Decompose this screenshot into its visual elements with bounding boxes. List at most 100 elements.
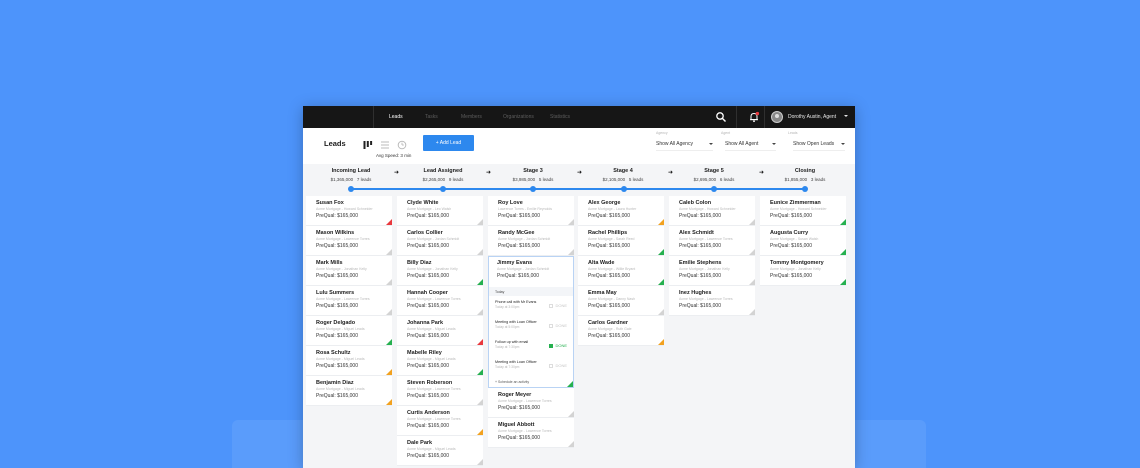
stage-name: Lead Assigned [423, 168, 463, 174]
priority-flag [568, 441, 574, 447]
priority-flag [477, 429, 483, 435]
agency-filter-label: Agency [656, 131, 668, 135]
lead-card[interactable]: Curtis Anderson Acme Mortgage - Lawrence … [397, 406, 483, 436]
activity-item: Meeting with Loan Officer Today at 7:30p… [495, 360, 567, 369]
priority-flag [658, 219, 664, 225]
lead-card[interactable]: Randy McGee Acme Mortgage - Jordan Schmid… [488, 226, 574, 256]
activity-section-header: Today [489, 287, 573, 296]
done-checkbox[interactable]: DONE [549, 343, 567, 348]
done-checkbox[interactable]: DONE [549, 303, 567, 308]
lead-card[interactable]: Carlos Gardner Acme Mortgage - Ruth Gale P… [578, 316, 664, 346]
agency-filter-value: Show All Agency [656, 141, 693, 147]
priority-flag [568, 219, 574, 225]
lead-card[interactable]: Mark Mills Acme Mortgage - Jonathan Kelly… [306, 256, 392, 286]
lead-card[interactable]: Mason Wilkins Acme Mortgage - Lawrence To… [306, 226, 392, 256]
lead-card[interactable]: Steven Roberson Acme Mortgage - Lawrence … [397, 376, 483, 406]
lead-card[interactable]: Caleb Colon Acme Mortgage - Howard Schnei… [669, 196, 755, 226]
lead-card[interactable]: Inez Hughes Acme Mortgage - Lawrence Torr… [669, 286, 755, 316]
chevron-down-icon [709, 143, 713, 145]
agency-filter-select[interactable]: Show All Agency [656, 137, 713, 151]
lead-card[interactable]: Mabelle Riley Acme Mortgage - Miguel Lead… [397, 346, 483, 376]
nav-tab-members[interactable]: Members [461, 106, 482, 128]
lead-card[interactable]: Clyde White Acme Mortgage - Leo Walsh PreQ… [397, 196, 483, 226]
lead-card[interactable]: Billy Diaz Acme Mortgage - Jonathan Kelly… [397, 256, 483, 286]
lead-card[interactable]: Alex Schmidt Acme Mortgage - Lawrence Tor… [669, 226, 755, 256]
done-checkbox[interactable]: DONE [549, 363, 567, 368]
nav-tab-statistics[interactable]: Statistics [550, 106, 570, 128]
priority-flag [658, 279, 664, 285]
column-stage-4: Alex George Acme Mortgage - Laura Hunter P… [578, 196, 664, 468]
column-closing: Eunice Zimmerman Acme Mortgage - Howard S… [760, 196, 846, 468]
kanban-view-icon[interactable] [363, 140, 373, 150]
priority-flag [477, 219, 483, 225]
lead-company: Acme Mortgage - Jordan Schmidt [497, 267, 550, 271]
stage-name: Incoming Lead [331, 168, 371, 174]
stage-dot [530, 186, 536, 192]
schedule-activity-link[interactable]: + Schedule an activity [489, 376, 573, 384]
pipeline-line [351, 188, 805, 190]
priority-flag [386, 399, 392, 405]
nav-tab-leads[interactable]: Leads [389, 106, 403, 128]
stage-header[interactable]: Lead Assigned $2,265,000 9 leads [398, 168, 488, 182]
lead-card[interactable]: Emilie Stephens Acme Mortgage - Jonathan … [669, 256, 755, 286]
page-title: Leads [324, 139, 346, 148]
clock-icon[interactable] [397, 140, 407, 150]
priority-flag [749, 249, 755, 255]
stage-header[interactable]: Stage 4 $2,105,000 5 leads [578, 168, 668, 182]
lead-card[interactable]: Eunice Zimmerman Acme Mortgage - Howard S… [760, 196, 846, 226]
stage-name: Stage 5 [704, 168, 724, 174]
stage-dot [440, 186, 446, 192]
lead-card[interactable]: Alex George Acme Mortgage - Laura Hunter P… [578, 196, 664, 226]
nav-tab-organizations[interactable]: Organizations [503, 106, 534, 128]
pipeline-stages: Incoming Lead $1,365,000 7 leads ➜ Lead … [303, 164, 855, 196]
search-icon[interactable] [715, 111, 727, 123]
stage-summary: $2,105,000 5 leads [602, 177, 644, 182]
lead-card[interactable]: Benjamin Diaz Acme Mortgage - Miguel Lead… [306, 376, 392, 406]
lead-card[interactable]: Roger Delgado Acme Mortgage - Miguel Lead… [306, 316, 392, 346]
avatar[interactable] [771, 111, 783, 123]
chevron-down-icon[interactable] [844, 115, 848, 117]
nav-tab-tasks[interactable]: Tasks [425, 106, 438, 128]
top-navbar: Leads Tasks Members Organizations Statis… [303, 106, 855, 128]
done-checkbox[interactable]: DONE [549, 323, 567, 328]
lead-card[interactable]: Emma May Acme Mortgage - Danny Nash PreQua… [578, 286, 664, 316]
lead-card[interactable]: Tommy Montgomery Acme Mortgage - Jonathan… [760, 256, 846, 286]
lead-card[interactable]: Miguel Abbott Acme Mortgage - Lawrence To… [488, 418, 574, 448]
lead-card[interactable]: Roger Meyer Acme Mortgage - Lawrence Torr… [488, 388, 574, 418]
lead-card[interactable]: Susan Fox Acme Mortgage - Howard Schneide… [306, 196, 392, 226]
lead-card[interactable]: Hannah Cooper Acme Mortgage - Lawrence To… [397, 286, 483, 316]
expanded-lead-card[interactable]: Jimmy Evans Acme Mortgage - Jordan Schmi… [488, 256, 574, 388]
column-stage-5: Caleb Colon Acme Mortgage - Howard Schnei… [669, 196, 755, 468]
list-view-icon[interactable] [380, 140, 390, 150]
activity-item: Meeting with Loan Officer Today at 5:00p… [495, 320, 567, 329]
priority-flag [567, 381, 573, 387]
activity-item: Phone call with Mr Evans Today at 3:00pm… [495, 300, 567, 309]
stage-header[interactable]: Incoming Lead $1,365,000 7 leads [306, 168, 396, 182]
lead-card[interactable]: Dale Park Acme Mortgage - Miguel Leads Pre… [397, 436, 483, 466]
priority-flag [749, 219, 755, 225]
stage-dot [711, 186, 717, 192]
stage-header[interactable]: Stage 5 $2,695,000 6 leads [669, 168, 759, 182]
lead-card[interactable]: Roy Love Lawrence Torres - Emilie Reynold… [488, 196, 574, 226]
lead-card[interactable]: Rachel Phillips Acme Mortgage - Sarah Ree… [578, 226, 664, 256]
leads-filter-select[interactable]: Show Open Leads [793, 137, 845, 151]
lead-card[interactable]: Johanna Park Acme Mortgage - Miguel Leads… [397, 316, 483, 346]
lead-card[interactable]: Augusta Curry Acme Mortgage - Susan Walsh… [760, 226, 846, 256]
lead-card[interactable]: Lulu Summers Acme Mortgage - Lawrence Tor… [306, 286, 392, 316]
priority-flag [477, 249, 483, 255]
stage-header[interactable]: Closing $1,855,000 3 leads [760, 168, 850, 182]
navbar-divider [373, 106, 374, 128]
stage-dot [348, 186, 354, 192]
user-name[interactable]: Dorothy Austin, Agent [788, 106, 836, 128]
agent-filter-select[interactable]: Show All Agent [725, 137, 776, 151]
add-lead-button[interactable]: + Add Lead [423, 135, 474, 151]
navbar-divider [736, 106, 737, 128]
priority-flag [658, 249, 664, 255]
stage-header[interactable]: Stage 3 $3,985,000 5 leads [488, 168, 578, 182]
priority-flag [658, 309, 664, 315]
crm-window: Leads Tasks Members Organizations Statis… [303, 106, 855, 468]
bell-icon[interactable] [748, 111, 760, 123]
lead-card[interactable]: Alta Wade Acme Mortgage - Willie Bryant Pr… [578, 256, 664, 286]
lead-card[interactable]: Rosa Schultz Acme Mortgage - Miguel Leads… [306, 346, 392, 376]
lead-card[interactable]: Carlos Collier Acme Mortgage - Jordan Sch… [397, 226, 483, 256]
